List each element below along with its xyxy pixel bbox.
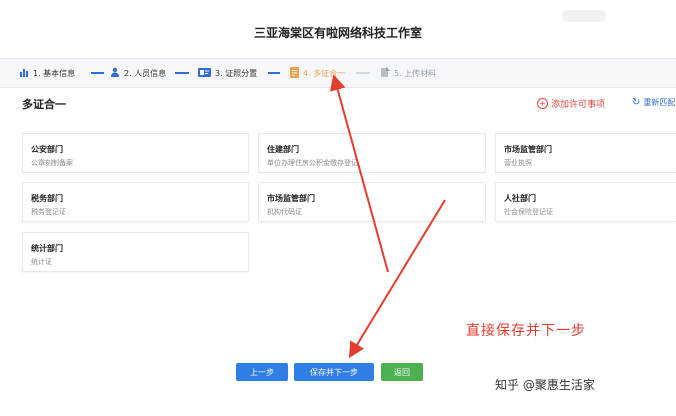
dept-card[interactable]: 市场监管部门 机构代码证 [258, 182, 486, 222]
card-item: 机构代码证 [267, 208, 302, 216]
step-connector [356, 72, 370, 74]
step-label: 1. 基本信息 [33, 68, 76, 78]
dept-card[interactable]: 税务部门 税务登记证 [22, 182, 249, 222]
step-label: 2. 人员信息 [124, 68, 167, 78]
card-dept: 公安部门 [31, 145, 63, 154]
card-item: 单位办理住房公积金缴存登记 [267, 159, 358, 167]
dept-card[interactable]: 公安部门 公章刻制备案 [22, 133, 249, 173]
card-dept: 统计部门 [31, 244, 63, 253]
card-dept: 市场监管部门 [504, 145, 552, 154]
page-title: 三亚海棠区有啦网络科技工作室 [253, 26, 422, 40]
step-connector [175, 72, 189, 74]
upload-icon [380, 67, 390, 79]
top-decoration [562, 10, 606, 22]
step-bar: 1. 基本信息 2. 人员信息 3. 证照分置 4. 多证合一 5. 上传材料 [0, 58, 676, 88]
card-item: 公章刻制备案 [31, 159, 73, 167]
dept-card[interactable]: 住建部门 单位办理住房公积金缴存登记 [258, 133, 486, 173]
section-title: 多证合一 [22, 98, 66, 111]
step-license-split[interactable]: 3. 证照分置 [198, 59, 257, 87]
step-upload[interactable]: 5. 上传材料 [380, 59, 436, 87]
prev-step-button[interactable]: 上一步 [236, 363, 288, 381]
card-dept: 市场监管部门 [267, 194, 315, 203]
step-multi-cert[interactable]: 4. 多证合一 [290, 59, 345, 87]
save-next-button[interactable]: 保存并下一步 [294, 363, 374, 381]
step-basic-info[interactable]: 1. 基本信息 [20, 59, 75, 87]
step-personnel[interactable]: 2. 人员信息 [110, 59, 166, 87]
plus-circle-icon: + [537, 98, 548, 109]
card-item: 社会保险登记证 [504, 208, 553, 216]
person-icon [110, 67, 120, 79]
document-icon [290, 66, 299, 80]
card-dept: 人社部门 [504, 194, 536, 203]
rematch-label: 重新匹配 [643, 98, 676, 107]
dept-card[interactable]: 统计部门 统计证 [22, 232, 249, 272]
id-card-icon [198, 67, 211, 79]
card-dept: 住建部门 [267, 145, 299, 154]
dept-card[interactable]: 市场监管部门 营业执照 [495, 133, 676, 173]
step-label: 5. 上传材料 [394, 68, 437, 78]
card-item: 税务登记证 [31, 208, 66, 216]
annotation-text: 直接保存并下一步 [466, 323, 586, 339]
card-dept: 税务部门 [31, 194, 63, 203]
card-item: 统计证 [31, 258, 52, 266]
bar-chart-icon [20, 68, 29, 79]
watermark: 知乎 @聚惠生活家 [495, 378, 595, 392]
back-button[interactable]: 返回 [381, 363, 423, 381]
step-connector [91, 72, 104, 74]
step-label: 3. 证照分置 [215, 68, 258, 78]
dept-card[interactable]: 人社部门 社会保险登记证 [495, 182, 676, 222]
add-permit-label: 添加许可事项 [551, 100, 606, 110]
step-label: 4. 多证合一 [303, 68, 346, 78]
arrow-to-step [329, 74, 389, 273]
rematch-button[interactable]: ↻ 重新匹配 [632, 97, 675, 108]
arrow-to-save-button [348, 199, 446, 359]
card-item: 营业执照 [504, 159, 532, 167]
step-connector [268, 72, 280, 74]
add-permit-button[interactable]: + 添加许可事项 [537, 97, 605, 110]
refresh-icon: ↻ [632, 97, 641, 108]
